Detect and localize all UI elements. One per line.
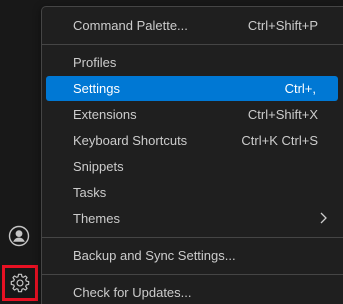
menu-item-settings[interactable]: Settings Ctrl+, [46, 76, 338, 101]
menu-item-label: Extensions [73, 107, 137, 122]
menu-item-snippets[interactable]: Snippets [46, 154, 340, 179]
menu-item-extensions[interactable]: Extensions Ctrl+Shift+X [46, 102, 340, 127]
menu-item-label: Themes [73, 211, 120, 226]
gear-icon [10, 273, 30, 293]
menu-item-shortcut: Ctrl+Shift+X [247, 107, 318, 122]
menu-separator [42, 237, 343, 238]
manage-button[interactable] [2, 265, 38, 301]
menu-item-profiles[interactable]: Profiles [46, 50, 340, 75]
menu-item-shortcut: Ctrl+, [284, 81, 316, 96]
menu-item-tasks[interactable]: Tasks [46, 180, 340, 205]
menu-item-shortcut: Ctrl+Shift+P [247, 18, 318, 33]
menu-item-backup-sync[interactable]: Backup and Sync Settings... [46, 243, 340, 268]
menu-item-label: Settings [73, 81, 120, 96]
menu-item-keyboard-shortcuts[interactable]: Keyboard Shortcuts Ctrl+K Ctrl+S [46, 128, 340, 153]
menu-item-shortcut: Ctrl+K Ctrl+S [241, 133, 318, 148]
menu-item-label: Check for Updates... [73, 285, 192, 300]
vscode-window: Command Palette... Ctrl+Shift+P Profiles… [0, 0, 343, 304]
menu-item-command-palette[interactable]: Command Palette... Ctrl+Shift+P [46, 13, 340, 38]
manage-context-menu: Command Palette... Ctrl+Shift+P Profiles… [41, 6, 343, 304]
menu-item-label: Profiles [73, 55, 117, 70]
menu-item-themes[interactable]: Themes [46, 206, 340, 231]
menu-separator [42, 44, 343, 45]
accounts-button[interactable] [5, 222, 33, 250]
menu-item-label: Command Palette... [73, 18, 188, 33]
menu-item-label: Keyboard Shortcuts [73, 133, 188, 148]
menu-item-label: Snippets [73, 159, 124, 174]
chevron-right-icon [320, 212, 327, 224]
menu-item-label: Backup and Sync Settings... [73, 248, 236, 263]
menu-item-label: Tasks [73, 185, 107, 200]
menu-separator [42, 274, 343, 275]
account-icon [8, 225, 30, 247]
menu-item-check-updates[interactable]: Check for Updates... [46, 280, 340, 304]
activity-bar [0, 0, 38, 304]
